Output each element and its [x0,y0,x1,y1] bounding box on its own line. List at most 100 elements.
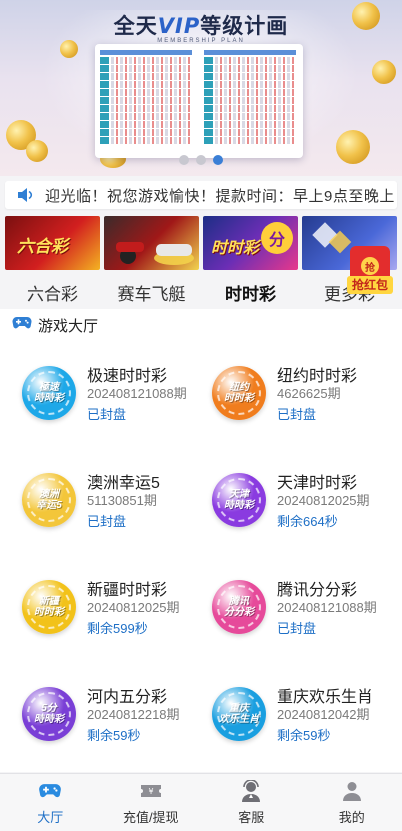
red-packet-button[interactable]: 抢 抢红包 [347,246,393,298]
plan-table-row [204,113,296,120]
lottery-categories: 六合彩 六合彩 赛车飞艇 时时彩 分 时时彩 更多彩 [0,216,402,306]
plan-table-row [100,105,192,112]
carousel-indicators [0,155,402,165]
banner-coin [372,60,396,84]
game-hall: 游戏大厅 極速 時時彩 极速时时彩 202408121088期 已封盘 纽约 时时彩 纽约… [0,309,402,772]
game-issue-number: 20240812218期 [87,707,180,722]
tab-label: 我的 [338,810,365,825]
game-logo-text: 澳洲 幸运5 [27,478,71,522]
plan-table-row [204,73,296,80]
tab-profile[interactable]: 我的 [302,774,402,831]
game-logo-icon: 重庆 欢乐生肖 [212,687,266,741]
category-label: 时时彩 [225,285,276,304]
game-logo-icon: 天津 時時彩 [212,473,266,527]
tab-label: 大厅 [37,810,64,825]
game-logo-text: 極速 時時彩 [27,371,71,415]
category-image: 六合彩 [5,216,100,270]
tab-customer-service[interactable]: 客服 [201,774,302,831]
tab-deposit-withdraw[interactable]: ¥ 充值/提现 [101,774,202,831]
announcement-bar[interactable]: 迎光临！祝您游戏愉快！提款时间：早上9点至晚上 [5,181,397,209]
game-hall-title: 游戏大厅 [38,317,99,335]
game-status: 已封盘 [87,407,127,422]
game-status: 剩余59秒 [277,728,331,743]
game-logo-icon: 新疆 时时彩 [22,580,76,634]
game-status: 已封盘 [277,407,317,422]
game-logo-text: 5分 時時彩 [27,692,71,736]
game-status: 剩余59秒 [87,728,141,743]
plan-table-row [204,81,296,88]
plan-table-row [100,65,192,72]
promo-banner-carousel[interactable]: 全天VIP等级计画 MEMBERSHIP PLAN [0,0,402,176]
category-label: 赛车飞艇 [117,285,186,304]
game-item[interactable]: 重庆 欢乐生肖 重庆欢乐生肖 20240812042期 剩余59秒 [190,683,380,773]
red-packet-seal: 抢 [361,257,379,275]
plan-table-row [100,113,192,120]
plan-table-row [100,129,192,136]
red-packet-label: 抢红包 [347,276,393,294]
carousel-dot[interactable] [179,155,189,165]
plan-table-right [204,50,296,146]
plan-table-row [100,73,192,80]
game-item[interactable]: 纽约 时时彩 纽约时时彩 4626625期 已封盘 [190,362,380,452]
svg-text:¥: ¥ [148,787,153,796]
gamepad-icon [12,316,32,335]
game-status: 剩余599秒 [87,621,148,636]
plan-table-left [100,50,192,146]
plan-table-image [95,44,303,158]
plan-table-header [204,50,296,55]
plan-table-row [204,57,296,64]
category-image [104,216,199,270]
game-logo-icon: 極速 時時彩 [22,366,76,420]
category-image: 时时彩 分 [203,216,298,270]
ticket-icon: ¥ [139,780,163,802]
plan-table-row [100,97,192,104]
game-issue-number: 202408121088期 [87,386,187,401]
game-logo-text: 天津 時時彩 [217,478,261,522]
plan-table-row [204,65,296,72]
game-issue-number: 20240812025期 [277,493,370,508]
game-item[interactable]: 天津 時時彩 天津时时彩 20240812025期 剩余664秒 [190,469,380,559]
game-issue-number: 20240812025期 [87,600,180,615]
plan-table-row [100,137,192,144]
plan-table-row [100,121,192,128]
carousel-dot[interactable] [196,155,206,165]
speaker-icon [5,181,45,209]
game-issue-number: 51130851期 [87,493,157,508]
game-item[interactable]: 新疆 时时彩 新疆时时彩 20240812025期 剩余599秒 [0,576,190,666]
plan-table-row [204,105,296,112]
category-label: 六合彩 [27,285,78,304]
plan-table-row [100,81,192,88]
game-logo-text: 纽约 时时彩 [217,371,261,415]
tab-label: 客服 [238,810,265,825]
game-hall-header: 游戏大厅 [0,309,402,341]
plan-table-row [100,89,192,96]
game-status: 已封盘 [277,621,317,636]
game-logo-text: 重庆 欢乐生肖 [217,692,261,736]
game-issue-number: 20240812042期 [277,707,370,722]
carousel-dot-active[interactable] [213,155,223,165]
game-status: 已封盘 [87,514,127,529]
game-item[interactable]: 腾讯 分分彩 腾讯分分彩 202408121088期 已封盘 [190,576,380,666]
game-item[interactable]: 5分 時時彩 河内五分彩 20240812218期 剩余59秒 [0,683,190,773]
plan-table-row [204,121,296,128]
game-logo-icon: 5分 時時彩 [22,687,76,741]
category-liuhecai[interactable]: 六合彩 六合彩 [5,216,100,306]
game-logo-icon: 纽约 时时彩 [212,366,266,420]
banner-subtitle: MEMBERSHIP PLAN [157,38,245,44]
game-item[interactable]: 澳洲 幸运5 澳洲幸运5 51130851期 已封盘 [0,469,190,559]
plan-table-row [204,97,296,104]
bottom-navigation: 大厅 ¥ 充值/提现 客服 我的 [0,773,402,831]
user-icon [340,780,364,802]
game-issue-number: 202408121088期 [277,600,377,615]
game-item[interactable]: 極速 時時彩 极速时时彩 202408121088期 已封盘 [0,362,190,452]
category-racing[interactable]: 赛车飞艇 [104,216,199,306]
fen-badge: 分 [261,222,293,254]
announcement-text: 迎光临！祝您游戏愉快！提款时间：早上9点至晚上 [45,187,395,205]
game-logo-icon: 澳洲 幸运5 [22,473,76,527]
plan-table-row [204,129,296,136]
banner-title: 全天VIP等级计画 MEMBERSHIP PLAN [0,10,402,44]
category-shishicai[interactable]: 时时彩 分 时时彩 [203,216,298,306]
plan-table-row [100,57,192,64]
game-logo-text: 腾讯 分分彩 [217,585,261,629]
tab-lobby[interactable]: 大厅 [0,774,101,831]
